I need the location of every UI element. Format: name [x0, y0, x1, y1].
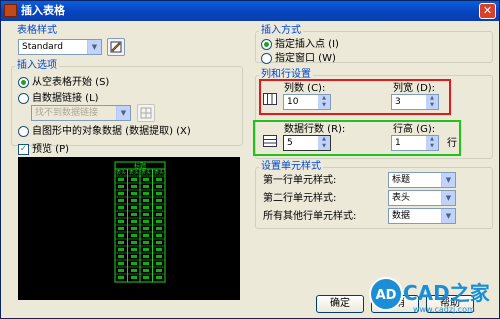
- spin-up-icon[interactable]: ▲: [318, 95, 330, 102]
- first-row-style-value: 标题: [392, 175, 411, 185]
- from-object-data-label: 自图形中的对象数据 (数据提取) (X): [32, 126, 191, 137]
- row-height-unit: 行: [447, 138, 457, 149]
- column-width-value: 3: [395, 97, 401, 107]
- other-rows-style-select[interactable]: 数据 ▼: [388, 208, 456, 224]
- table-style-dialog-button[interactable]: [107, 38, 125, 56]
- first-row-style-select[interactable]: 标题 ▼: [388, 172, 456, 188]
- spin-up-icon[interactable]: ▲: [426, 136, 438, 143]
- from-empty-table-radio[interactable]: [18, 77, 29, 88]
- specify-insertion-point-label: 指定插入点 (I): [275, 39, 339, 50]
- spin-up-icon[interactable]: ▲: [426, 95, 438, 102]
- from-data-link-label: 自数据链接 (L): [32, 93, 99, 104]
- first-row-style-label: 第一行单元样式:: [263, 175, 337, 186]
- ok-button[interactable]: 确定: [316, 295, 364, 313]
- spin-down-icon[interactable]: ▼: [426, 102, 438, 109]
- second-row-style-value: 表头: [392, 193, 411, 203]
- data-link-placeholder: 找不到数据链接: [35, 108, 99, 118]
- data-link-select[interactable]: 找不到数据链接 ▼: [31, 105, 131, 121]
- specify-window-radio[interactable]: [261, 53, 272, 64]
- spin-down-icon[interactable]: ▼: [318, 143, 330, 150]
- table-style-icon: [110, 41, 122, 53]
- chevron-down-icon[interactable]: ▼: [441, 209, 455, 223]
- columns-icon: [263, 93, 277, 105]
- chevron-down-icon[interactable]: ▼: [441, 191, 455, 205]
- insert-table-dialog: 插入表格 ✕ 表格样式 Standard ▼ 插入选项 从空表格开始 (S) 自…: [0, 0, 500, 319]
- preview-cell-text: 表头: [154, 169, 164, 176]
- chevron-down-icon[interactable]: ▼: [87, 40, 101, 54]
- watermark-logo-icon: AD: [369, 277, 403, 311]
- watermark-url: www.cadzj.com: [413, 305, 475, 314]
- preview-label: 预览 (P): [32, 144, 70, 155]
- preview-cell-text: 表头: [129, 169, 139, 176]
- from-data-link-radio[interactable]: [18, 93, 29, 104]
- preview-cell-text: 表头: [141, 169, 151, 176]
- second-row-style-select[interactable]: 表头 ▼: [388, 190, 456, 206]
- preview-table-drawing: 标题 表头 表头 表头 表头: [114, 161, 166, 283]
- row-height-spinner[interactable]: 1 ▲ ▼: [391, 135, 439, 151]
- columns-spinner[interactable]: 10 ▲ ▼: [283, 94, 331, 110]
- columns-value: 10: [287, 97, 299, 107]
- data-rows-spinner[interactable]: 5 ▲ ▼: [283, 135, 331, 151]
- preview-cell-text: 表头: [116, 169, 126, 176]
- cell-styles-label: 设置单元样式: [259, 161, 323, 173]
- other-rows-style-label: 所有其他行单元样式:: [263, 211, 357, 222]
- spin-down-icon[interactable]: ▼: [318, 102, 330, 109]
- row-height-value: 1: [395, 138, 401, 148]
- insert-method-label: 插入方式: [259, 25, 303, 37]
- insert-options-label: 插入选项: [15, 60, 59, 72]
- table-style-select[interactable]: Standard ▼: [18, 39, 102, 55]
- watermark-badge: AD: [375, 288, 397, 303]
- specify-window-label: 指定窗口 (W): [275, 53, 336, 64]
- rows-icon: [263, 135, 277, 147]
- dialog-title: 插入表格: [21, 4, 65, 17]
- watermark: AD CAD之家 www.cadzj.com: [369, 273, 500, 319]
- preview-header-text: 标题: [134, 162, 146, 170]
- title-bar: 插入表格 ✕: [1, 1, 499, 21]
- specify-insertion-point-radio[interactable]: [261, 39, 272, 50]
- chevron-down-icon[interactable]: ▼: [441, 173, 455, 187]
- close-button[interactable]: ✕: [479, 3, 496, 19]
- table-preview: 标题 表头 表头 表头 表头: [18, 157, 240, 300]
- data-link-icon: [140, 107, 152, 119]
- chevron-down-icon[interactable]: ▼: [116, 106, 130, 120]
- data-rows-value: 5: [287, 138, 293, 148]
- other-rows-style-value: 数据: [392, 211, 411, 221]
- from-empty-table-label: 从空表格开始 (S): [32, 77, 110, 88]
- table-style-value: Standard: [22, 42, 63, 52]
- app-icon: [4, 4, 17, 17]
- table-style-label: 表格样式: [17, 25, 57, 36]
- data-link-manager-button[interactable]: [137, 104, 155, 122]
- from-object-data-radio[interactable]: [18, 126, 29, 137]
- preview-checkbox[interactable]: ✓: [18, 144, 29, 155]
- column-width-spinner[interactable]: 3 ▲ ▼: [391, 94, 439, 110]
- spin-down-icon[interactable]: ▼: [426, 143, 438, 150]
- second-row-style-label: 第二行单元样式:: [263, 193, 337, 204]
- spin-up-icon[interactable]: ▲: [318, 136, 330, 143]
- watermark-text: CAD之家: [403, 281, 490, 305]
